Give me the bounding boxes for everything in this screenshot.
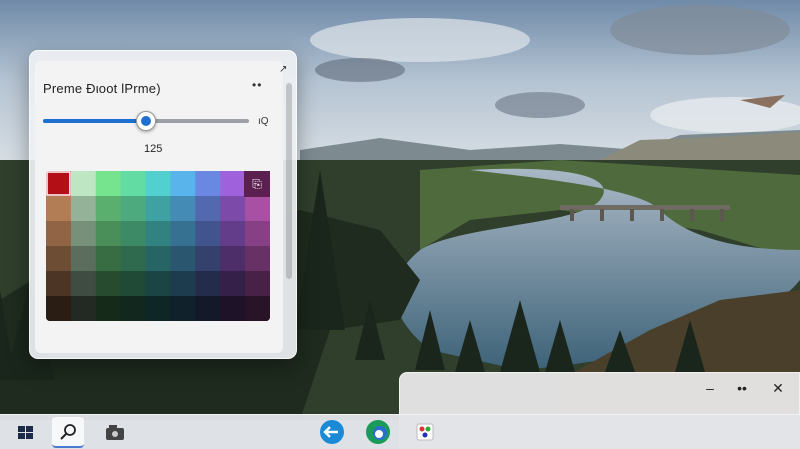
slider-value: 125 (144, 143, 163, 155)
color-swatch[interactable] (170, 171, 196, 197)
brightness-slider-thumb[interactable] (136, 111, 156, 131)
paint-icon (416, 423, 434, 441)
color-swatch[interactable] (195, 246, 221, 272)
color-swatch[interactable] (120, 171, 147, 197)
color-swatch[interactable] (170, 246, 196, 272)
more-options-button[interactable]: •• (252, 78, 262, 92)
color-swatch[interactable] (145, 271, 171, 297)
color-picker-flyout: Preme Đιoot lPrme) •• ↗ ıQ 125 ⎘ (29, 50, 297, 359)
color-swatch[interactable] (70, 271, 97, 297)
app-2[interactable] (362, 417, 394, 448)
close-button[interactable]: ✕ (760, 377, 796, 399)
color-swatch-grid[interactable] (46, 171, 270, 321)
color-swatch[interactable] (170, 221, 196, 247)
slider-end-label: ıQ (258, 116, 269, 127)
color-swatch[interactable] (195, 221, 221, 247)
color-swatch[interactable] (245, 296, 270, 321)
color-swatch[interactable] (46, 221, 72, 247)
color-swatch[interactable] (70, 221, 97, 247)
color-swatch[interactable] (120, 271, 147, 297)
minimize-button[interactable]: – (692, 377, 728, 399)
color-swatch[interactable] (245, 271, 270, 297)
copy-icon[interactable]: ⎘ (244, 171, 270, 197)
color-swatch[interactable] (220, 221, 246, 247)
color-swatch[interactable] (95, 221, 122, 247)
color-swatch[interactable] (120, 221, 147, 247)
color-swatch[interactable] (170, 196, 196, 222)
color-swatch[interactable] (195, 271, 221, 297)
app-1[interactable] (316, 417, 348, 448)
edge-icon (366, 420, 390, 444)
color-swatch[interactable] (46, 271, 72, 297)
app-3[interactable] (409, 417, 441, 448)
color-swatch[interactable] (220, 296, 246, 321)
color-swatch[interactable] (245, 196, 270, 222)
color-swatch[interactable] (170, 296, 196, 321)
color-swatch[interactable] (70, 196, 97, 222)
color-swatch[interactable] (95, 296, 122, 321)
color-swatch[interactable] (46, 246, 72, 272)
picker-title: Preme Đιoot lPrme) (43, 81, 161, 96)
color-swatch[interactable] (46, 296, 72, 321)
color-swatch[interactable] (95, 171, 122, 197)
scrollbar[interactable] (286, 83, 292, 279)
color-swatch[interactable] (220, 246, 246, 272)
taskbar (0, 414, 800, 449)
task-view-button[interactable] (99, 417, 131, 448)
color-swatch[interactable] (70, 171, 97, 197)
color-swatch[interactable] (245, 221, 270, 247)
color-swatch[interactable] (220, 196, 246, 222)
color-swatch[interactable] (145, 221, 171, 247)
color-swatch[interactable] (120, 296, 147, 321)
arrow-app-icon (320, 420, 344, 444)
color-swatch[interactable] (95, 196, 122, 222)
color-swatch[interactable] (220, 171, 246, 197)
color-swatch[interactable] (145, 246, 171, 272)
color-swatch[interactable] (195, 296, 221, 321)
search-icon (60, 424, 76, 440)
color-swatch[interactable] (220, 271, 246, 297)
color-swatch[interactable] (195, 196, 221, 222)
color-swatch[interactable] (95, 246, 122, 272)
windows-icon (18, 426, 33, 439)
color-swatch[interactable] (145, 171, 171, 197)
color-swatch[interactable] (46, 196, 72, 222)
color-swatch[interactable] (70, 246, 97, 272)
color-swatch[interactable] (120, 196, 147, 222)
color-swatch[interactable] (245, 246, 270, 272)
color-swatch[interactable] (120, 246, 147, 272)
color-swatch[interactable] (145, 196, 171, 222)
pin-icon[interactable]: ↗ (279, 64, 289, 75)
brightness-slider-fill (43, 119, 146, 123)
camera-icon (106, 425, 124, 440)
color-swatch[interactable] (170, 271, 196, 297)
search-button[interactable] (52, 417, 84, 448)
color-swatch[interactable] (70, 296, 97, 321)
start-button[interactable] (10, 417, 42, 448)
color-swatch[interactable] (95, 271, 122, 297)
color-swatch[interactable] (195, 171, 221, 197)
more-options-button[interactable]: •• (724, 377, 760, 399)
color-swatch[interactable] (46, 171, 72, 197)
color-swatch[interactable] (145, 296, 171, 321)
